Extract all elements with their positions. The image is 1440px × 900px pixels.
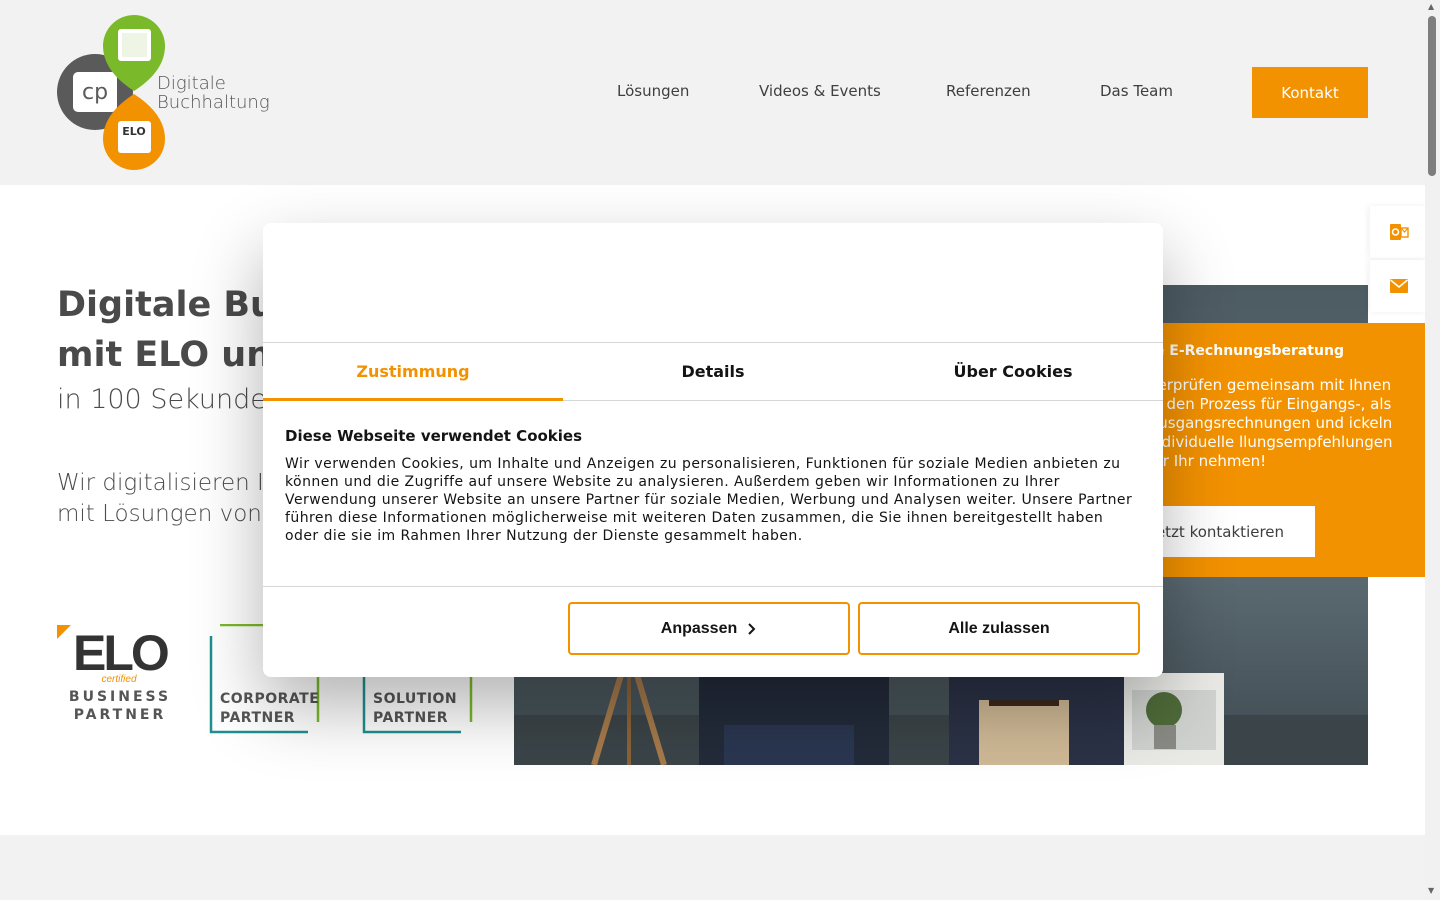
svg-text:ELO: ELO [122,125,145,138]
tab-details[interactable]: Details [563,343,863,400]
hero-text: Wir digitalisieren Ih mit Lösungen von [57,468,278,530]
tab-zustimmung[interactable]: Zustimmung [263,343,563,401]
side-outlook-button[interactable] [1370,206,1428,258]
hero-subtitle: in 100 Sekunden [57,384,284,415]
logo-text-line1: Digitale [157,73,226,94]
corporate-partner-text: CORPORATE PARTNER [220,690,319,728]
corporate-partner-line1: CORPORATE [220,691,320,707]
elo-business-partner-logo: ELO certified BUSINESS PARTNER [57,625,171,722]
cookie-tabs: Zustimmung Details Über Cookies [263,343,1163,401]
solution-partner-line2: PARTNER [373,710,449,726]
elo-line1: BUSINESS [69,689,171,705]
customize-button-label: Anpassen [660,619,738,637]
promo-title: re E-Rechnungsberatung [1148,343,1344,359]
hero-text-line1: Wir digitalisieren Ih [57,470,279,496]
corporate-partner-line2: PARTNER [220,710,296,726]
elo-certified: certified [101,674,136,685]
hero-text-line2: mit Lösungen von [57,501,262,527]
hero-title: Digitale Buc mit ELO und [57,280,296,380]
elo-line2: PARTNER [74,707,167,722]
nav-videos-events[interactable]: Videos & Events [759,82,881,100]
allow-all-button[interactable]: Alle zulassen [858,602,1140,655]
allow-all-button-label: Alle zulassen [948,619,1050,637]
cookie-consent-dialog: Zustimmung Details Über Cookies Diese We… [263,223,1163,677]
hero-title-line1: Digitale Buc [57,285,296,325]
elo-name: ELO [73,625,168,681]
footer-section [0,835,1425,900]
outlook-icon [1390,224,1409,240]
logo-text-line2: Buchhaltung [157,92,270,113]
svg-text:cp: cp [82,80,108,105]
logo-text: Digitale Buchhaltung [157,74,270,112]
solution-partner-text: SOLUTION PARTNER [373,690,457,728]
site-header: cp ELO Digitale Buchhaltung Lösungen Vid… [0,0,1425,185]
cookie-description: Wir verwenden Cookies, um Inhalte und An… [285,456,1133,544]
cookie-heading: Diese Webseite verwendet Cookies [285,427,583,445]
solution-partner-line1: SOLUTION [373,691,458,707]
hero-title-line2: mit ELO und [57,335,297,375]
cookie-body: Diese Webseite verwendet Cookies Wir ver… [263,401,1163,587]
tab-ueber-cookies[interactable]: Über Cookies [863,343,1163,400]
scroll-down-arrow-icon[interactable]: ▼ [1428,886,1434,895]
nav-das-team[interactable]: Das Team [1100,82,1173,100]
chevron-right-icon [748,622,756,635]
scrollbar-thumb[interactable] [1428,16,1436,176]
promo-text: berprüfen gemeinsam mit Ihnen hl den Pro… [1148,376,1393,470]
cookie-dialog-header [263,223,1163,343]
side-mail-button[interactable] [1370,260,1428,312]
customize-button[interactable]: Anpassen [568,602,850,655]
cookie-actions: Anpassen Alle zulassen [568,602,1140,655]
kontakt-button[interactable]: Kontakt [1252,67,1368,118]
mail-icon [1389,279,1409,293]
scroll-up-arrow-icon[interactable]: ▲ [1428,2,1434,11]
nav-loesungen[interactable]: Lösungen [617,82,689,100]
nav-referenzen[interactable]: Referenzen [946,82,1031,100]
